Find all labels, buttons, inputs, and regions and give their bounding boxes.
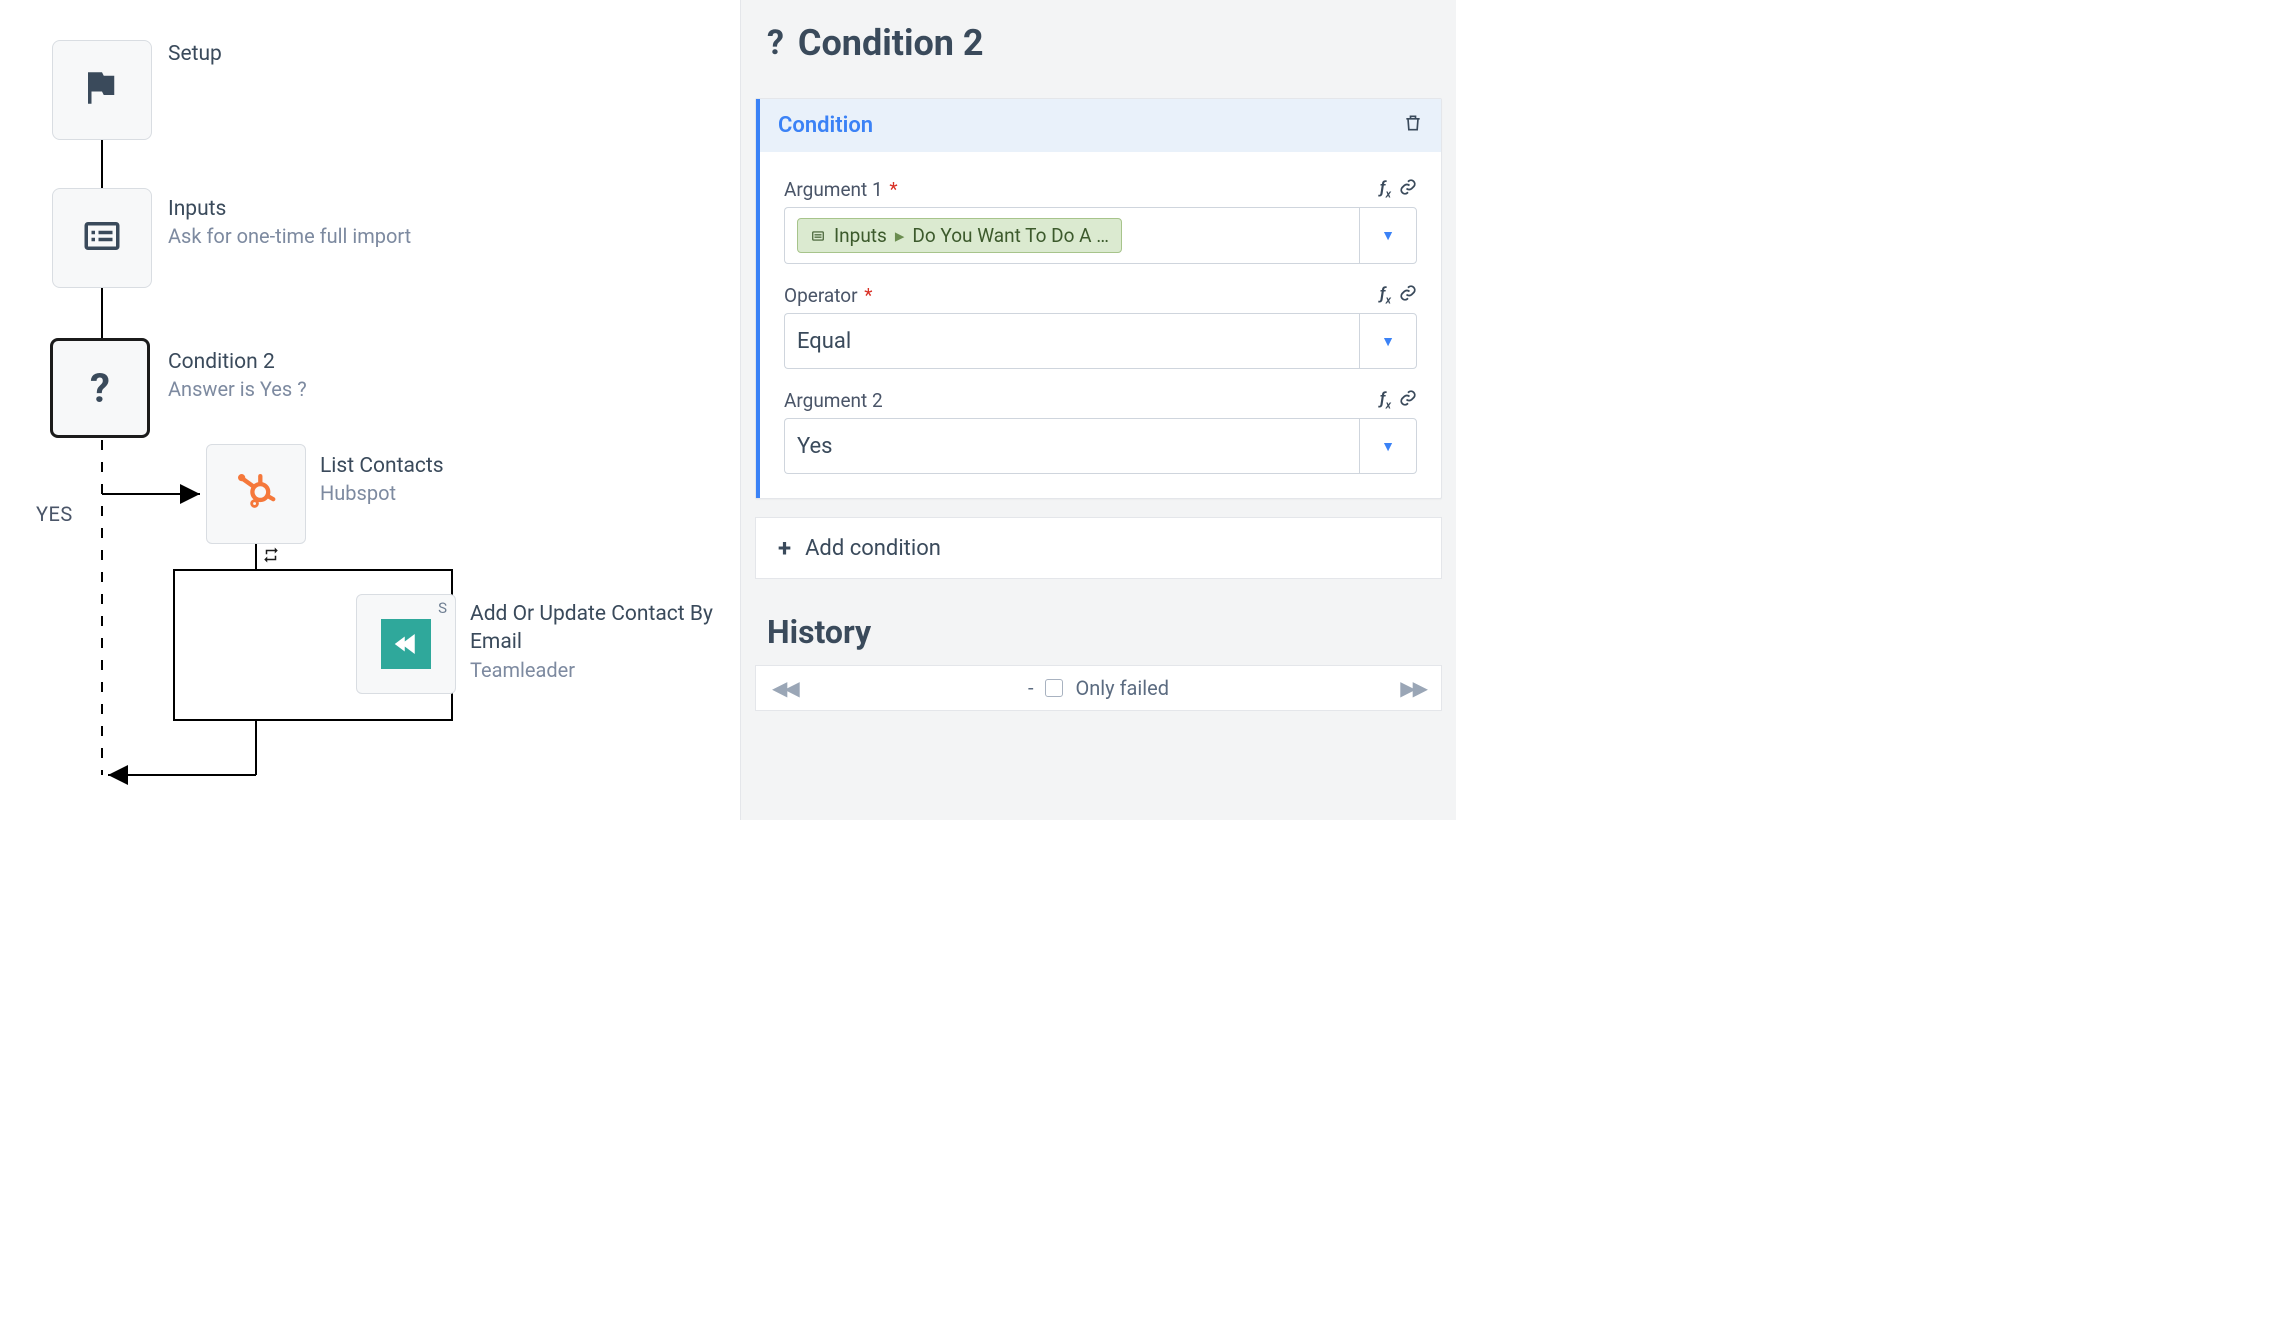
field-argument1: Argument 1 * ƒx Inputs (784, 178, 1417, 264)
chevron-down-icon: ▼ (1381, 227, 1395, 244)
pill-source: Inputs (834, 224, 887, 247)
flag-icon (81, 67, 123, 113)
node-subtitle: Answer is Yes ? (168, 376, 307, 403)
panel-title-text: Condition 2 (798, 22, 984, 64)
operator-value: Equal (797, 329, 851, 354)
link-icon[interactable] (1399, 284, 1417, 307)
hubspot-icon (233, 469, 279, 519)
node-title: Setup (168, 40, 222, 68)
variable-pill[interactable]: Inputs ▸ Do You Want To Do A … (797, 218, 1122, 253)
history-dash: - (1028, 676, 1034, 700)
badge-s: S (438, 599, 447, 617)
argument1-dropdown[interactable]: ▼ (1359, 207, 1417, 264)
field-operator: Operator * ƒx Equal ▼ (784, 284, 1417, 369)
history-next-button[interactable]: ▶▶ (1400, 676, 1425, 700)
pill-value: Do You Want To Do A … (912, 224, 1109, 247)
branch-yes-label: YES (36, 502, 73, 526)
node-condition2[interactable]: ? (50, 338, 150, 438)
required-mark: * (864, 284, 872, 307)
history-bar: ◀◀ - Only failed ▶▶ (755, 665, 1442, 711)
node-hubspot[interactable] (206, 444, 306, 544)
argument2-dropdown[interactable]: ▼ (1359, 418, 1417, 474)
required-mark: * (889, 178, 897, 201)
workflow-canvas: Setup Inputs Ask for one-time full impor… (0, 0, 740, 820)
node-title: Add Or Update Contact By Email (470, 600, 740, 657)
teamleader-icon (381, 619, 431, 669)
node-title: List Contacts (320, 452, 444, 480)
fx-icon[interactable]: ƒx (1380, 284, 1391, 307)
link-icon[interactable] (1399, 389, 1417, 412)
history-prev-button[interactable]: ◀◀ (772, 676, 797, 700)
fx-icon[interactable]: ƒx (1380, 178, 1391, 201)
card-title: Condition (778, 113, 873, 138)
details-panel: ? Condition 2 Condition Argument 1 * ƒx (740, 0, 1456, 820)
delete-condition-button[interactable] (1403, 113, 1423, 138)
only-failed-checkbox[interactable] (1045, 679, 1063, 697)
node-subtitle: Teamleader (470, 657, 740, 684)
field-label: Operator (784, 284, 858, 307)
history-title: History (741, 579, 1456, 665)
argument2-input[interactable]: Yes (784, 418, 1359, 474)
node-teamleader[interactable]: S (356, 594, 456, 694)
plus-icon: + (778, 534, 791, 562)
chevron-down-icon: ▼ (1381, 438, 1395, 455)
add-condition-button[interactable]: + Add condition (755, 517, 1442, 579)
question-icon: ? (90, 365, 110, 412)
node-title: Inputs (168, 195, 411, 223)
question-icon: ? (767, 23, 784, 63)
argument2-value: Yes (797, 434, 833, 459)
add-condition-label: Add condition (805, 536, 941, 561)
operator-select[interactable]: Equal (784, 313, 1359, 369)
node-inputs[interactable] (52, 188, 152, 288)
node-subtitle: Hubspot (320, 480, 444, 507)
list-icon (81, 215, 123, 261)
node-title: Condition 2 (168, 348, 307, 376)
chevron-right-icon: ▸ (895, 224, 905, 247)
chevron-down-icon: ▼ (1381, 333, 1395, 350)
argument1-input[interactable]: Inputs ▸ Do You Want To Do A … (784, 207, 1359, 264)
link-icon[interactable] (1399, 178, 1417, 201)
operator-dropdown[interactable]: ▼ (1359, 313, 1417, 369)
fx-icon[interactable]: ƒx (1380, 389, 1391, 412)
condition-card: Condition Argument 1 * ƒx (755, 98, 1442, 499)
node-setup[interactable] (52, 40, 152, 140)
field-label: Argument 1 (784, 178, 883, 201)
field-label: Argument 2 (784, 389, 883, 412)
node-subtitle: Ask for one-time full import (168, 223, 411, 250)
field-argument2: Argument 2 ƒx Yes ▼ (784, 389, 1417, 474)
only-failed-label: Only failed (1075, 676, 1169, 700)
panel-title: ? Condition 2 (741, 0, 1456, 88)
loop-icon (257, 546, 285, 569)
